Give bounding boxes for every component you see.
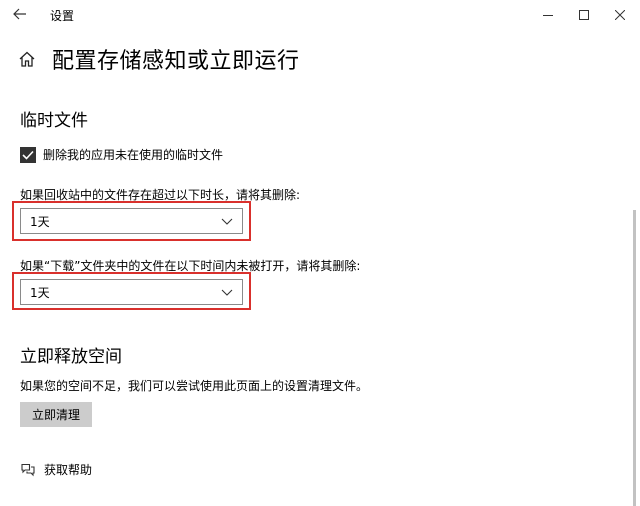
chevron-down-icon xyxy=(221,217,233,225)
minimize-icon xyxy=(543,5,553,24)
scrollbar[interactable] xyxy=(633,210,636,506)
home-icon[interactable] xyxy=(18,49,38,69)
clean-now-button[interactable]: 立即清理 xyxy=(20,402,92,427)
get-help-label: 获取帮助 xyxy=(44,463,93,477)
get-help-link[interactable]: 获取帮助 xyxy=(20,461,92,478)
arrow-left-icon xyxy=(13,5,27,24)
minimize-button[interactable] xyxy=(535,2,561,26)
page-title: 配置存储感知或立即运行 xyxy=(52,49,300,74)
free-space-description: 如果您的空间不足，我们可以尝试使用此页面上的设置清理文件。 xyxy=(20,379,369,393)
chat-help-icon xyxy=(20,462,36,478)
maximize-icon xyxy=(579,5,589,24)
chevron-down-icon xyxy=(221,288,233,296)
delete-temp-files-label: 删除我的应用未在使用的临时文件 xyxy=(43,148,224,162)
close-button[interactable] xyxy=(607,2,633,26)
recycle-bin-duration-select[interactable]: 1天 xyxy=(20,208,243,234)
title-bar: 设置 xyxy=(0,0,640,30)
app-title: 设置 xyxy=(50,9,75,23)
back-button[interactable] xyxy=(10,4,30,24)
downloads-duration-value: 1天 xyxy=(30,285,50,300)
maximize-button[interactable] xyxy=(571,2,597,26)
section-title-free-space: 立即释放空间 xyxy=(20,347,122,367)
close-icon xyxy=(614,5,626,24)
delete-temp-files-checkbox-row[interactable]: 删除我的应用未在使用的临时文件 xyxy=(20,146,223,163)
delete-temp-files-checkbox[interactable] xyxy=(20,146,36,163)
page-header: 配置存储感知或立即运行 xyxy=(18,42,300,76)
section-title-temp-files: 临时文件 xyxy=(20,111,88,131)
recycle-bin-duration-value: 1天 xyxy=(30,214,50,229)
downloads-duration-select[interactable]: 1天 xyxy=(20,279,243,305)
